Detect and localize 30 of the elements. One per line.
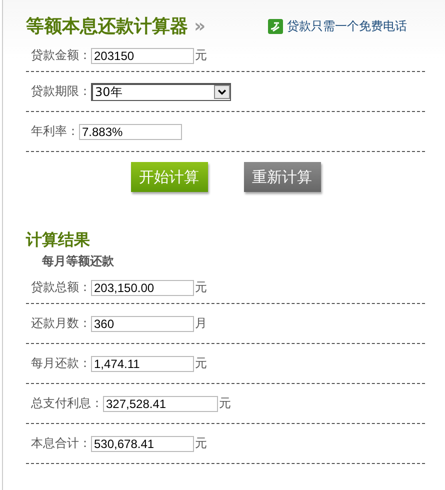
- input-field[interactable]: 203150: [91, 48, 194, 64]
- input-field[interactable]: 530,678.41: [91, 436, 194, 452]
- field-label: 贷款总额：: [31, 279, 91, 296]
- dropdown[interactable]: 30年: [91, 82, 231, 100]
- field-label: 还款月数：: [31, 315, 91, 332]
- field-label: 本息合计：: [31, 435, 91, 452]
- field-label: 每月还款：: [31, 355, 91, 372]
- field-label: 贷款期限：: [31, 83, 91, 100]
- field-label: 年利率：: [31, 123, 79, 140]
- unit-label: 元: [219, 395, 231, 412]
- reset-button[interactable]: 重新计算: [244, 162, 320, 192]
- input-field[interactable]: 1,474.11: [91, 356, 194, 372]
- field-label: 贷款金额：: [31, 47, 91, 64]
- unit-label: 元: [195, 355, 207, 372]
- unit-label: 月: [195, 315, 207, 332]
- input-field[interactable]: 7.883%: [79, 124, 182, 140]
- chevron-icon: »: [194, 16, 206, 36]
- unit-label: 元: [195, 47, 207, 64]
- section-subtitle: 每月等额还款: [42, 253, 115, 270]
- unit-label: 元: [195, 279, 207, 296]
- input-field[interactable]: 327,528.41: [103, 396, 218, 412]
- promo-link[interactable]: 贷款只需一个免费电话: [287, 18, 407, 34]
- page-title: 等额本息还款计算器: [26, 15, 188, 38]
- caret-icon: [214, 85, 230, 99]
- input-field[interactable]: 360: [91, 316, 194, 332]
- field-label: 总支付利息：: [31, 395, 103, 412]
- phone-logo-icon: [268, 18, 283, 34]
- unit-label: 元: [195, 435, 207, 452]
- input-field[interactable]: 203,150.00: [91, 280, 194, 296]
- section-title: 计算结果: [26, 230, 91, 251]
